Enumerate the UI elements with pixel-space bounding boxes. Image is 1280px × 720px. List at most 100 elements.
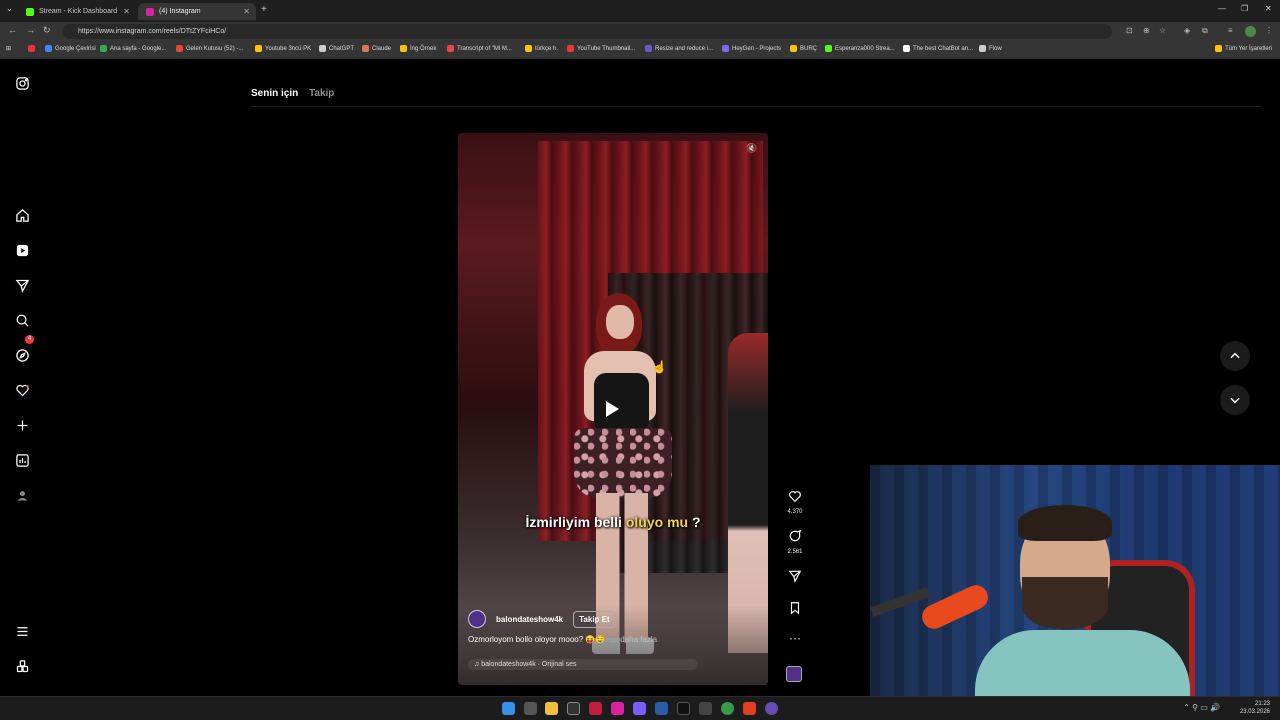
bookmark-item[interactable]: Gelen Kutusu (52) -... bbox=[176, 45, 243, 52]
zoom-icon[interactable]: ⊕ bbox=[1143, 26, 1150, 35]
bookmark-item[interactable]: Claude bbox=[362, 45, 391, 52]
share-action[interactable] bbox=[786, 569, 804, 588]
close-tab-icon[interactable]: ✕ bbox=[243, 7, 250, 16]
photoshop-icon[interactable] bbox=[655, 702, 668, 715]
tab-following[interactable]: Takip bbox=[309, 88, 334, 99]
dashboard-icon[interactable] bbox=[12, 450, 32, 470]
capcut-icon[interactable] bbox=[699, 702, 712, 715]
bookmark-item[interactable]: İng Örnek bbox=[400, 45, 436, 52]
audio-thumbnail-icon bbox=[786, 666, 802, 682]
browser-menu-icon[interactable]: ⋮ bbox=[1265, 26, 1273, 35]
file-explorer-icon[interactable] bbox=[545, 702, 558, 715]
reload-icon[interactable]: ↻ bbox=[43, 25, 51, 36]
more-link[interactable]: ... daha fazla bbox=[611, 635, 657, 644]
tray-icons[interactable]: ⌃ ⚲ ▭ 🔊 bbox=[1183, 703, 1220, 712]
instagram-page: 4 Senin için Takip 🔇 İzmirliyim belli ol… bbox=[0, 60, 1280, 698]
app-icon[interactable] bbox=[567, 702, 580, 715]
author-username[interactable]: balondateshow4k bbox=[496, 615, 563, 624]
profile-avatar-icon[interactable] bbox=[1245, 26, 1256, 37]
task-view-icon[interactable] bbox=[524, 702, 537, 715]
play-icon[interactable] bbox=[606, 401, 619, 417]
like-action[interactable]: 4.370 bbox=[786, 489, 804, 515]
profile-icon[interactable] bbox=[12, 485, 32, 505]
chrome-icon[interactable] bbox=[721, 702, 734, 715]
follow-button[interactable]: Takip Et bbox=[573, 610, 616, 628]
bookmark-icon bbox=[790, 602, 800, 615]
previous-reel-button[interactable] bbox=[1220, 341, 1250, 371]
url-text: https://www.instagram.com/reels/DTtZYFci… bbox=[78, 28, 227, 35]
extensions-puzzle-icon[interactable]: ⧉ bbox=[1202, 26, 1208, 36]
streaming-app-icon[interactable] bbox=[743, 702, 756, 715]
instagram-logo-icon[interactable] bbox=[12, 73, 32, 93]
close-tab-icon[interactable]: ✕ bbox=[123, 7, 130, 16]
tab-instagram[interactable]: (4) Instagram ✕ bbox=[138, 3, 256, 20]
chevron-up-icon bbox=[1230, 352, 1240, 359]
bookmarks-bar: ⊞ Google Çevirisi Ana sayfa - Google... … bbox=[0, 41, 1280, 59]
menu-icon[interactable] bbox=[12, 621, 32, 641]
bookmark-item[interactable]: HeyGen - Projects bbox=[722, 45, 781, 52]
bookmark-item[interactable]: ChatGPT bbox=[319, 45, 354, 52]
bookmark-item[interactable]: Ana sayfa - Google... bbox=[100, 45, 166, 52]
install-app-icon[interactable]: ⊡ bbox=[1126, 26, 1133, 35]
tab-search-icon[interactable]: ⌄ bbox=[6, 4, 13, 13]
bookmark-item[interactable]: Resize and reduce i... bbox=[645, 45, 713, 52]
bookmark-star-icon[interactable]: ☆ bbox=[1159, 26, 1166, 35]
bookmark-item[interactable]: türkçe h. bbox=[525, 45, 558, 52]
streamer-shirt bbox=[975, 630, 1190, 698]
bookmark-item[interactable]: YouTube Thumbnail... bbox=[567, 45, 635, 52]
explore-icon[interactable] bbox=[12, 345, 32, 365]
tab-for-you[interactable]: Senin için bbox=[251, 88, 298, 99]
bookmark-item[interactable]: The best ChatBot an... bbox=[903, 45, 973, 52]
maximize-icon[interactable]: ❐ bbox=[1241, 4, 1248, 13]
url-field[interactable]: https://www.instagram.com/reels/DTtZYFci… bbox=[62, 24, 1112, 39]
apps-grid-icon[interactable]: ⊞ bbox=[6, 45, 11, 52]
comment-action[interactable]: 2.561 bbox=[786, 529, 804, 555]
share-icon bbox=[788, 570, 802, 583]
bookmark-item[interactable]: Esperanza000 Strea... bbox=[825, 45, 895, 52]
create-icon[interactable] bbox=[12, 415, 32, 435]
new-tab-icon[interactable]: + bbox=[261, 4, 267, 15]
instagram-taskbar-icon[interactable] bbox=[611, 702, 624, 715]
notifications-icon[interactable] bbox=[12, 380, 32, 400]
audio-thumbnail[interactable] bbox=[786, 666, 804, 682]
reel-video[interactable]: 🔇 İzmirliyim belli oluyo mu ? balondates… bbox=[458, 133, 768, 685]
home-icon[interactable] bbox=[12, 205, 32, 225]
minimize-icon[interactable]: — bbox=[1218, 4, 1226, 13]
extension-icon[interactable]: ◈ bbox=[1184, 26, 1190, 35]
meta-icon[interactable] bbox=[12, 656, 32, 676]
windows-taskbar: 21:23 23.03.2026 ⌃ ⚲ ▭ 🔊 bbox=[0, 696, 1280, 720]
tab-kick-dashboard[interactable]: Stream - Kick Dashboard ✕ bbox=[18, 3, 136, 20]
tab-title: Stream - Kick Dashboard bbox=[39, 8, 118, 15]
start-menu-icon[interactable] bbox=[502, 702, 515, 715]
back-icon[interactable]: ← bbox=[8, 25, 17, 35]
mute-icon[interactable]: 🔇 bbox=[746, 143, 758, 155]
mouse-cursor-icon: ☝ bbox=[652, 360, 667, 374]
youtube-bookmark-icon[interactable] bbox=[28, 45, 38, 52]
more-options-icon[interactable]: ··· bbox=[786, 631, 804, 645]
sidebar-icon[interactable]: ≡ bbox=[1228, 26, 1233, 35]
tab-title: (4) Instagram bbox=[159, 8, 201, 15]
obs-icon[interactable] bbox=[765, 702, 778, 715]
video-caption: İzmirliyim belli oluyo mu ? bbox=[525, 514, 701, 530]
bookmark-item[interactable]: Transcript of "Ml M... bbox=[447, 45, 512, 52]
bookmark-item[interactable]: Flow bbox=[979, 45, 1002, 52]
bookmark-item[interactable]: Youtube 3ncü PK bbox=[255, 45, 311, 52]
reels-icon[interactable] bbox=[12, 240, 32, 260]
bookmark-item[interactable]: BURÇ bbox=[790, 45, 817, 52]
forward-icon[interactable]: → bbox=[26, 25, 35, 35]
search-icon[interactable] bbox=[12, 310, 32, 330]
next-reel-button[interactable] bbox=[1220, 385, 1250, 415]
close-window-icon[interactable]: ✕ bbox=[1265, 4, 1272, 13]
like-count: 4.370 bbox=[787, 509, 803, 515]
tiktok-icon[interactable] bbox=[677, 702, 690, 715]
system-tray[interactable]: 21:23 23.03.2026 bbox=[1240, 700, 1270, 716]
messenger-icon[interactable] bbox=[633, 702, 646, 715]
author-avatar[interactable] bbox=[468, 610, 486, 628]
chevron-down-icon bbox=[1230, 397, 1240, 404]
save-action[interactable] bbox=[786, 601, 804, 620]
all-bookmarks[interactable]: Tüm Yer İşaretleri bbox=[1215, 45, 1272, 52]
messages-icon[interactable] bbox=[12, 275, 32, 295]
opera-icon[interactable] bbox=[589, 702, 602, 715]
reel-audio[interactable]: ♫ balondateshow4k · Orijinal ses bbox=[468, 659, 698, 670]
bookmark-item[interactable]: Google Çevirisi bbox=[45, 45, 96, 52]
